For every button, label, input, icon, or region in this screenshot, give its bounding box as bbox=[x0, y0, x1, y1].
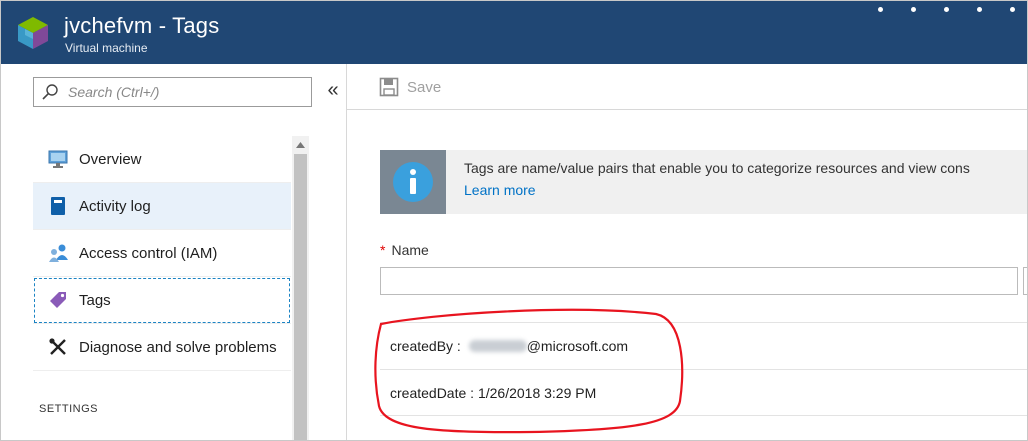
wrench-icon bbox=[47, 336, 69, 358]
info-banner: Tags are name/value pairs that enable yo… bbox=[380, 150, 1027, 214]
blade-header: jvchefvm - Tags Virtual machine bbox=[1, 1, 1027, 64]
annotation-circle bbox=[374, 308, 684, 434]
virtual-machine-icon bbox=[18, 17, 48, 49]
search-input[interactable] bbox=[68, 82, 308, 102]
dot bbox=[878, 7, 883, 12]
save-button[interactable]: Save bbox=[379, 77, 441, 97]
name-field-label: * Name bbox=[380, 242, 429, 258]
resource-menu: « Overview bbox=[1, 64, 347, 440]
sidebar-item-label: Overview bbox=[79, 150, 142, 168]
command-bar: Save bbox=[347, 64, 1027, 110]
name-label-text: Name bbox=[391, 242, 429, 258]
info-icon bbox=[380, 150, 446, 214]
learn-more-link[interactable]: Learn more bbox=[464, 182, 536, 198]
sidebar-item-overview[interactable]: Overview bbox=[33, 136, 291, 183]
collapse-menu-button[interactable]: « bbox=[323, 78, 343, 104]
more-options-icon[interactable] bbox=[878, 7, 1015, 12]
monitor-icon bbox=[47, 148, 69, 170]
dot bbox=[911, 7, 916, 12]
sidebar-item-tags[interactable]: Tags bbox=[33, 277, 291, 324]
tag-value-input[interactable] bbox=[1023, 267, 1027, 295]
info-text: Tags are name/value pairs that enable yo… bbox=[464, 160, 970, 176]
users-icon bbox=[47, 242, 69, 264]
sidebar-scrollbar[interactable] bbox=[292, 136, 309, 440]
scroll-up-arrow-icon[interactable] bbox=[292, 138, 309, 152]
dot bbox=[977, 7, 982, 12]
required-marker: * bbox=[380, 242, 386, 258]
app-window: jvchefvm - Tags Virtual machine « bbox=[0, 0, 1028, 441]
sidebar-item-label: Activity log bbox=[79, 197, 151, 215]
sidebar-item-diagnose[interactable]: Diagnose and solve problems bbox=[33, 324, 291, 371]
tag-name-input[interactable] bbox=[380, 267, 1018, 295]
sidebar-item-label: Tags bbox=[79, 291, 111, 309]
page-title: jvchefvm - Tags bbox=[64, 13, 220, 38]
page-subtitle: Virtual machine bbox=[65, 41, 148, 55]
search-box[interactable] bbox=[33, 77, 312, 107]
dot bbox=[944, 7, 949, 12]
dot bbox=[1010, 7, 1015, 12]
save-label: Save bbox=[407, 78, 442, 96]
tag-icon bbox=[47, 289, 69, 311]
save-icon bbox=[379, 77, 399, 97]
menu-list: Overview Activity log Access control (IA… bbox=[33, 136, 291, 371]
sidebar-item-access-control[interactable]: Access control (IAM) bbox=[33, 230, 291, 277]
search-icon bbox=[42, 84, 58, 100]
sidebar-item-label: Diagnose and solve problems bbox=[79, 338, 277, 356]
sidebar-item-label: Access control (IAM) bbox=[79, 244, 218, 262]
sidebar-item-activity-log[interactable]: Activity log bbox=[33, 183, 291, 230]
log-book-icon bbox=[47, 195, 69, 217]
section-header-settings: SETTINGS bbox=[39, 403, 99, 415]
scrollbar-thumb[interactable] bbox=[294, 154, 307, 440]
